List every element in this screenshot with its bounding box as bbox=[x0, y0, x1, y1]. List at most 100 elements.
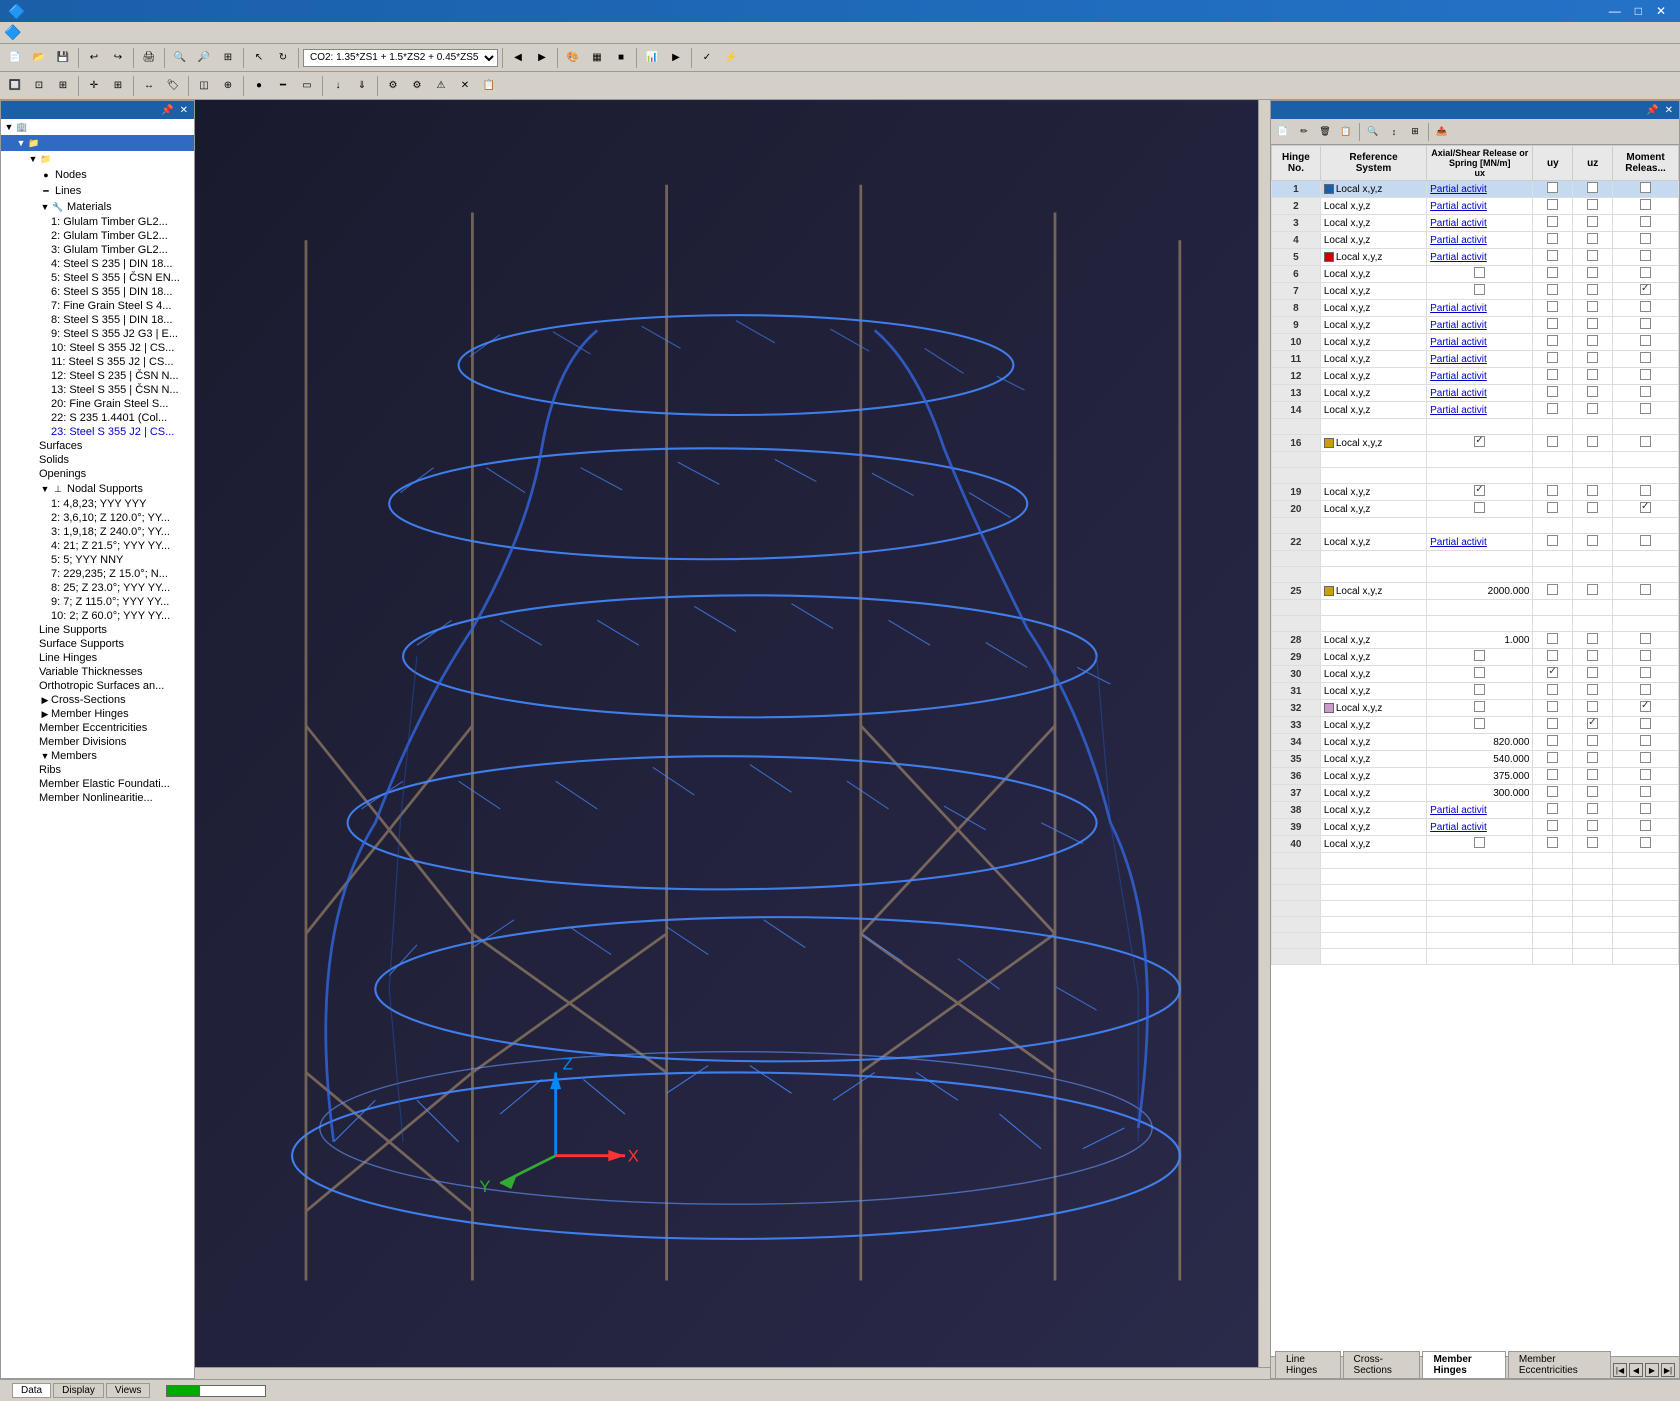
tb2-more4[interactable]: ✕ bbox=[454, 75, 476, 97]
menu-tools[interactable] bbox=[121, 31, 137, 35]
checkbox-uz[interactable] bbox=[1587, 502, 1598, 513]
tb2-dim[interactable]: ↔ bbox=[138, 75, 160, 97]
tree-mat-4[interactable]: 4: Steel S 235 | DIN 18... bbox=[1, 257, 194, 271]
tbl-delete[interactable]: 🗑 bbox=[1315, 122, 1335, 142]
close-btn[interactable]: ✕ bbox=[1650, 0, 1672, 22]
checkbox-uz[interactable] bbox=[1587, 386, 1598, 397]
partial-activity-link[interactable]: Partial activit bbox=[1430, 201, 1487, 212]
tree-mat-8[interactable]: 8: Steel S 355 | DIN 18... bbox=[1, 313, 194, 327]
tb-results-show[interactable]: 📊 bbox=[641, 47, 663, 69]
checkbox-uy[interactable] bbox=[1547, 301, 1558, 312]
tb2-axis[interactable]: ⊕ bbox=[217, 75, 239, 97]
tree-ns-10[interactable]: 10: 2; Z 60.0°; YYY YY... bbox=[1, 609, 194, 623]
checkbox-uy[interactable] bbox=[1547, 735, 1558, 746]
checkbox-px[interactable] bbox=[1640, 769, 1651, 780]
checkbox-uy[interactable] bbox=[1547, 820, 1558, 831]
checkbox-uz[interactable] bbox=[1587, 199, 1598, 210]
checkbox-px[interactable] bbox=[1640, 318, 1651, 329]
tb-prev[interactable]: ◀ bbox=[507, 47, 529, 69]
tree-nodes[interactable]: ● Nodes bbox=[1, 167, 194, 183]
checkbox-uz[interactable] bbox=[1587, 650, 1598, 661]
checkbox-uy[interactable] bbox=[1547, 318, 1558, 329]
checkbox-uy[interactable] bbox=[1547, 584, 1558, 595]
tree-mat-13[interactable]: 13: Steel S 355 | ČSN N... bbox=[1, 383, 194, 397]
tree-mat-1[interactable]: 1: Glulam Timber GL2... bbox=[1, 215, 194, 229]
checkbox-uy[interactable] bbox=[1547, 485, 1558, 496]
tree-ns-8[interactable]: 8: 25; Z 23.0°; YYY YY... bbox=[1, 581, 194, 595]
tab-member-ecc[interactable]: Member Eccentricities bbox=[1508, 1351, 1611, 1378]
tree-mat-2[interactable]: 2: Glulam Timber GL2... bbox=[1, 229, 194, 243]
checkbox-uy[interactable] bbox=[1547, 182, 1558, 193]
status-tab-data[interactable]: Data bbox=[12, 1383, 51, 1398]
tree-ns-5[interactable]: 5: 5; YYY NNY bbox=[1, 553, 194, 567]
tb2-snap[interactable]: ✛ bbox=[83, 75, 105, 97]
tb-zoom-all[interactable]: ⊞ bbox=[217, 47, 239, 69]
partial-activity-link[interactable]: Partial activit bbox=[1430, 354, 1487, 365]
menu-table[interactable] bbox=[137, 31, 153, 35]
tab-member-hinges[interactable]: Member Hinges bbox=[1422, 1351, 1505, 1378]
tree-ribs[interactable]: Ribs bbox=[1, 763, 194, 777]
tb2-surf[interactable]: ▭ bbox=[296, 75, 318, 97]
tbl-edit[interactable]: ✏ bbox=[1294, 122, 1314, 142]
checkbox-uz[interactable] bbox=[1587, 352, 1598, 363]
checkbox-px[interactable] bbox=[1640, 584, 1651, 595]
checkbox-px[interactable] bbox=[1640, 301, 1651, 312]
checkbox-uz[interactable] bbox=[1587, 837, 1598, 848]
checkbox-uz[interactable] bbox=[1587, 701, 1598, 712]
tbl-copy[interactable]: 📋 bbox=[1336, 122, 1356, 142]
tb-wire[interactable]: ▦ bbox=[586, 47, 608, 69]
tree-solids[interactable]: Solids bbox=[1, 453, 194, 467]
tree-mat-6[interactable]: 6: Steel S 355 | DIN 18... bbox=[1, 285, 194, 299]
checkbox-px[interactable] bbox=[1640, 667, 1651, 678]
checkbox-px[interactable] bbox=[1640, 502, 1651, 513]
checkbox-uz[interactable] bbox=[1587, 735, 1598, 746]
checkbox-px[interactable] bbox=[1640, 535, 1651, 546]
checkbox-ux[interactable] bbox=[1474, 718, 1485, 729]
checkbox-ux[interactable] bbox=[1474, 650, 1485, 661]
panel-pin[interactable]: 📌 bbox=[1644, 105, 1660, 116]
partial-activity-link[interactable]: Partial activit bbox=[1430, 235, 1487, 246]
tree-mat-22[interactable]: 22: S 235 1.4401 (Col... bbox=[1, 411, 194, 425]
tb-select[interactable]: ↖ bbox=[248, 47, 270, 69]
checkbox-uy[interactable] bbox=[1547, 633, 1558, 644]
partial-activity-link[interactable]: Partial activit bbox=[1430, 184, 1487, 195]
tab-prev[interactable]: ◀ bbox=[1629, 1363, 1643, 1377]
checkbox-uz[interactable] bbox=[1587, 718, 1598, 729]
tb-zoom-out[interactable]: 🔎 bbox=[193, 47, 215, 69]
tab-last[interactable]: ▶| bbox=[1661, 1363, 1675, 1377]
tab-next[interactable]: ▶ bbox=[1645, 1363, 1659, 1377]
toggle-members[interactable]: ▼ bbox=[39, 751, 51, 761]
checkbox-px[interactable] bbox=[1640, 786, 1651, 797]
checkbox-uz[interactable] bbox=[1587, 250, 1598, 261]
tree-mat-23[interactable]: 23: Steel S 355 J2 | CS... bbox=[1, 425, 194, 439]
partial-activity-link[interactable]: Partial activit bbox=[1430, 537, 1487, 548]
checkbox-px[interactable] bbox=[1640, 386, 1651, 397]
menu-view[interactable] bbox=[57, 31, 73, 35]
tree-openings[interactable]: Openings bbox=[1, 467, 194, 481]
tree-ns-2[interactable]: 2: 3,6,10; Z 120.0°; YY... bbox=[1, 511, 194, 525]
maximize-btn[interactable]: □ bbox=[1629, 0, 1648, 22]
checkbox-px[interactable] bbox=[1640, 335, 1651, 346]
viewport[interactable]: Z X Y bbox=[195, 100, 1270, 1379]
tree-surfaces[interactable]: Surfaces bbox=[1, 439, 194, 453]
tbl-cols[interactable]: ⊞ bbox=[1405, 122, 1425, 142]
tb-zoom-in[interactable]: 🔍 bbox=[169, 47, 191, 69]
tree-mat-20[interactable]: 20: Fine Grain Steel S... bbox=[1, 397, 194, 411]
tb-new[interactable]: 📄 bbox=[4, 47, 26, 69]
data-grid-container[interactable]: HingeNo. ReferenceSystem Axial/Shear Rel… bbox=[1271, 145, 1679, 1356]
checkbox-uz[interactable] bbox=[1587, 769, 1598, 780]
tree-line-hinges[interactable]: Line Hinges bbox=[1, 651, 194, 665]
checkbox-uy[interactable] bbox=[1547, 199, 1558, 210]
tree-ortho[interactable]: Orthotropic Surfaces an... bbox=[1, 679, 194, 693]
checkbox-px[interactable] bbox=[1640, 199, 1651, 210]
partial-activity-link[interactable]: Partial activit bbox=[1430, 320, 1487, 331]
checkbox-ux[interactable] bbox=[1474, 837, 1485, 848]
tree-line-supports[interactable]: Line Supports bbox=[1, 623, 194, 637]
menu-results[interactable] bbox=[105, 31, 121, 35]
toggle-cross[interactable]: ▶ bbox=[39, 695, 51, 706]
tree-ns-9[interactable]: 9: 7; Z 115.0°; YYY YY... bbox=[1, 595, 194, 609]
tree-materials[interactable]: ▼ 🔧 Materials bbox=[1, 199, 194, 215]
checkbox-uy[interactable] bbox=[1547, 769, 1558, 780]
checkbox-uy[interactable] bbox=[1547, 233, 1558, 244]
nav-pin[interactable]: 📌 bbox=[159, 105, 175, 116]
